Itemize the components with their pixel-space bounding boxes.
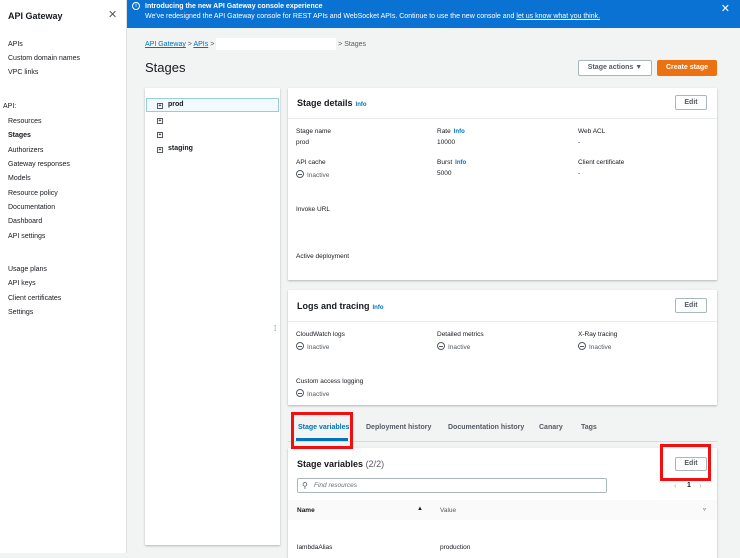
burst-value: 5000: [437, 170, 452, 177]
column-header-value[interactable]: Value: [440, 507, 456, 514]
web-acl-value: -: [578, 139, 581, 146]
nav-dashboard[interactable]: Dashboard: [8, 218, 42, 225]
search-input[interactable]: ⚲ Find resources: [297, 478, 607, 493]
tree-item[interactable]: +: [157, 116, 168, 124]
page-number[interactable]: 1: [687, 482, 691, 489]
search-icon: ⚲: [302, 481, 308, 490]
stage-name-value: prod: [296, 139, 310, 146]
nav-authorizers[interactable]: Authorizers: [8, 147, 43, 154]
client-certificate-value: -: [578, 170, 581, 177]
nav-settings[interactable]: Settings: [8, 309, 33, 316]
variable-value: production: [440, 544, 471, 551]
info-link[interactable]: Info: [454, 129, 465, 135]
nav-client-certificates[interactable]: Client certificates: [8, 295, 61, 302]
resize-handle[interactable]: ⁞: [274, 324, 276, 333]
nav-models[interactable]: Models: [8, 175, 31, 182]
stage-actions-button[interactable]: Stage actions ▼: [578, 60, 652, 76]
sidebar-title: API Gateway: [8, 11, 63, 21]
xray-label: X-Ray tracing: [578, 331, 618, 338]
api-section-label: API:: [3, 103, 17, 110]
breadcrumb-apis[interactable]: APIs: [193, 41, 208, 48]
tab-documentation-history[interactable]: Documentation history: [448, 424, 524, 431]
breadcrumb-api-gateway[interactable]: API Gateway: [145, 41, 186, 48]
logs-tracing-card: Logs and tracing Info Edit CloudWatch log…: [288, 290, 717, 405]
stage-variables-title: Stage variables: [297, 459, 364, 469]
api-cache-label: API cache: [296, 159, 326, 166]
nav-api-keys[interactable]: API keys: [8, 280, 36, 287]
api-cache-value: Inactive: [296, 170, 329, 179]
highlight-annotation: [291, 412, 353, 449]
detailed-metrics-label: Detailed metrics: [437, 331, 484, 338]
logs-title: Logs and tracing: [297, 301, 370, 311]
web-acl-label: Web ACL: [578, 128, 606, 135]
access-logging-value: Inactive: [296, 389, 329, 398]
info-banner: i Introducing the new API Gateway consol…: [127, 0, 740, 28]
tree-item[interactable]: +: [157, 130, 168, 138]
invoke-url-label: Invoke URL: [296, 206, 330, 213]
tab-deployment-history[interactable]: Deployment history: [366, 424, 431, 431]
sort-ascending-icon[interactable]: ▲: [417, 506, 423, 512]
sidebar: API Gateway ✕ APIs Custom domain names V…: [0, 0, 127, 553]
search-placeholder: Find resources: [314, 482, 357, 489]
nav-api-settings[interactable]: API settings: [8, 233, 45, 240]
active-deployment-label: Active deployment: [296, 253, 350, 260]
tree-item-prod[interactable]: + prod: [157, 101, 184, 109]
nav-resource-policy[interactable]: Resource policy: [8, 190, 58, 197]
breadcrumb-current: Stages: [344, 40, 367, 48]
prev-page-icon[interactable]: ‹: [674, 481, 677, 490]
edit-logs-button[interactable]: Edit: [675, 298, 707, 313]
feedback-link[interactable]: let us know what you think.: [516, 13, 600, 20]
tab-canary[interactable]: Canary: [539, 424, 563, 431]
rate-value: 10000: [437, 139, 456, 146]
nav-stages[interactable]: Stages: [8, 132, 31, 139]
stage-variables-card: Stage variables (2/2) Edit ⚲ Find resour…: [288, 448, 717, 558]
next-page-icon[interactable]: ›: [699, 481, 702, 490]
stage-details-card: Stage details Info Edit Stage name prod R…: [288, 88, 717, 280]
info-link[interactable]: Info: [356, 102, 367, 108]
create-stage-button[interactable]: Create stage: [657, 60, 717, 76]
nav-usage-plans[interactable]: Usage plans: [8, 266, 47, 273]
info-icon: i: [132, 2, 140, 10]
stage-tree-panel: [145, 88, 280, 545]
nav-vpc-links[interactable]: VPC links: [8, 69, 38, 76]
close-icon[interactable]: ✕: [108, 8, 117, 21]
sort-icon[interactable]: ▿: [703, 506, 706, 513]
rate-label: Rate: [437, 128, 451, 135]
detailed-metrics-value: Inactive: [437, 342, 470, 351]
stage-details-title: Stage details: [297, 98, 353, 108]
client-certificate-label: Client certificate: [578, 159, 625, 166]
highlight-annotation: [660, 444, 711, 481]
variable-name: lambdaAlias: [297, 544, 333, 551]
breadcrumb: API Gateway > APIs > > Stages: [145, 38, 366, 50]
cloudwatch-logs-label: CloudWatch logs: [296, 331, 345, 338]
info-link[interactable]: Info: [455, 160, 466, 166]
close-icon[interactable]: ✕: [721, 2, 730, 15]
nav-gateway-responses[interactable]: Gateway responses: [8, 161, 70, 168]
column-header-name[interactable]: Name: [297, 507, 315, 514]
nav-custom-domain-names[interactable]: Custom domain names: [8, 55, 80, 62]
nav-documentation[interactable]: Documentation: [8, 204, 55, 211]
cloudwatch-logs-value: Inactive: [296, 342, 329, 351]
tree-item-staging[interactable]: + staging: [157, 145, 193, 153]
nav-apis[interactable]: APIs: [8, 41, 23, 48]
access-logging-label: Custom access logging: [296, 378, 364, 385]
banner-text: We've redesigned the API Gateway console…: [145, 13, 517, 20]
tab-tags[interactable]: Tags: [581, 424, 597, 431]
redacted-api-name: [216, 38, 337, 50]
nav-resources[interactable]: Resources: [8, 118, 41, 125]
stage-name-label: Stage name: [296, 128, 332, 135]
xray-value: Inactive: [578, 342, 611, 351]
edit-stage-details-button[interactable]: Edit: [675, 95, 707, 110]
info-link[interactable]: Info: [373, 305, 384, 311]
stage-variables-count: (2/2): [365, 459, 385, 469]
page-title: Stages: [145, 60, 186, 75]
burst-label: Burst: [437, 159, 453, 166]
banner-title: Introducing the new API Gateway console …: [145, 3, 323, 10]
